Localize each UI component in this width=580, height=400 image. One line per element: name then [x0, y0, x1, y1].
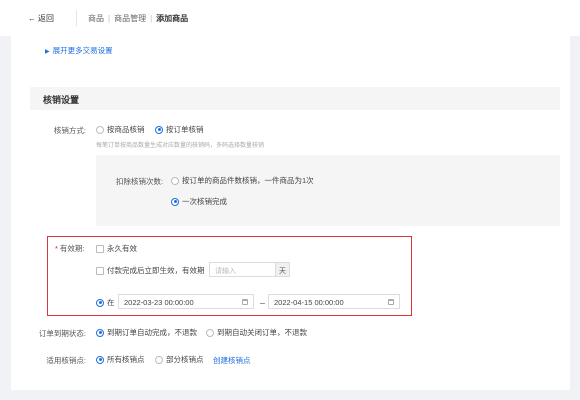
date-range-separator	[260, 303, 265, 304]
radio-circle	[96, 328, 104, 337]
end-date-picker[interactable]: 2022-04-15 00:00:00	[268, 294, 400, 309]
deduct-label: 扣除核销次数:	[116, 177, 164, 186]
radio-label: 一次核销完成	[182, 197, 227, 206]
radio-circle	[155, 125, 163, 134]
section-title: 核销设置	[43, 95, 80, 105]
divider	[76, 10, 77, 26]
calendar-icon	[388, 299, 394, 305]
radio-date-range[interactable]: 在	[96, 297, 115, 308]
calendar-icon	[242, 299, 248, 305]
radio-all-points[interactable]: 所有核销点	[96, 354, 145, 365]
breadcrumb-item-add-goods: 添加商品	[156, 14, 189, 23]
radio-label: 按订单的商品件数核销，一件商品为1次	[182, 176, 314, 185]
expire-status-label: 订单到期状态:	[38, 329, 86, 338]
radio-circle	[96, 298, 104, 307]
radio-circle	[171, 197, 179, 206]
back-label: 返回	[38, 14, 54, 23]
expand-link-label: 展开更多交易设置	[52, 46, 113, 55]
checkbox-box	[96, 266, 104, 275]
back-arrow-icon: ←	[28, 14, 36, 23]
verify-point-label: 适用核销点:	[46, 356, 86, 365]
radio-circle	[155, 355, 163, 364]
radio-label: 按订单核销	[166, 125, 204, 134]
valid-days-input[interactable]: 请输入	[209, 262, 276, 277]
days-unit: 天	[276, 262, 290, 277]
radio-some-points[interactable]: 部分核销点	[155, 354, 204, 365]
caret-right-icon: ▶	[45, 49, 50, 55]
radio-deduct-once[interactable]: 一次核销完成	[171, 196, 227, 207]
checkbox-label: 付款完成后立即生效，有效期	[107, 266, 205, 275]
validity-label: * 有效期:	[55, 243, 85, 254]
validity-label-text: 有效期:	[59, 244, 85, 253]
radio-label: 按商品核销	[107, 125, 145, 134]
required-mark: *	[55, 244, 58, 253]
checkbox-after-payment[interactable]: 付款完成后立即生效，有效期	[96, 265, 205, 276]
radio-circle	[206, 328, 214, 337]
expand-trade-settings-link[interactable]: ▶ 展开更多交易设置	[45, 45, 113, 56]
breadcrumb-item-goods[interactable]: 商品	[88, 14, 104, 23]
deduct-panel	[96, 155, 560, 226]
radio-expire-auto-close[interactable]: 到期自动关闭订单，不退款	[206, 327, 307, 338]
breadcrumb-item-goods-management[interactable]: 商品管理	[114, 14, 146, 23]
create-verify-point-link[interactable]: 创建核销点	[213, 355, 251, 366]
radio-by-goods[interactable]: 按商品核销	[96, 124, 145, 135]
verify-method-label: 核销方式:	[53, 126, 86, 135]
radio-label: 部分核销点	[166, 355, 204, 364]
section-header: 核销设置	[30, 87, 560, 110]
radio-deduct-per-item[interactable]: 按订单的商品件数核销，一件商品为1次	[171, 175, 314, 186]
radio-label: 到期订单自动完成，不退款	[107, 328, 197, 337]
radio-circle	[171, 176, 179, 185]
verify-method-hint: 每笔订单按商品数量生成对应数量的核销码，多码选择数量核销	[96, 143, 265, 149]
radio-label: 在	[107, 298, 115, 307]
top-bar: ← 返回 商品 | 商品管理 | 添加商品	[0, 0, 580, 36]
checkbox-forever-valid[interactable]: 永久有效	[96, 243, 137, 254]
radio-circle	[96, 355, 104, 364]
checkbox-label: 永久有效	[107, 244, 137, 253]
radio-expire-auto-complete[interactable]: 到期订单自动完成，不退款	[96, 327, 197, 338]
radio-by-order[interactable]: 按订单核销	[155, 124, 204, 135]
radio-label: 所有核销点	[107, 355, 145, 364]
back-button[interactable]: ← 返回	[28, 13, 54, 24]
start-date-value: 2022-03-23 00:00:00	[124, 298, 194, 307]
checkbox-box	[96, 244, 104, 253]
breadcrumb: 商品 | 商品管理 | 添加商品	[88, 14, 189, 23]
radio-label: 到期自动关闭订单，不退款	[217, 328, 307, 337]
end-date-value: 2022-04-15 00:00:00	[274, 298, 344, 307]
start-date-picker[interactable]: 2022-03-23 00:00:00	[118, 294, 254, 309]
radio-circle	[96, 125, 104, 134]
